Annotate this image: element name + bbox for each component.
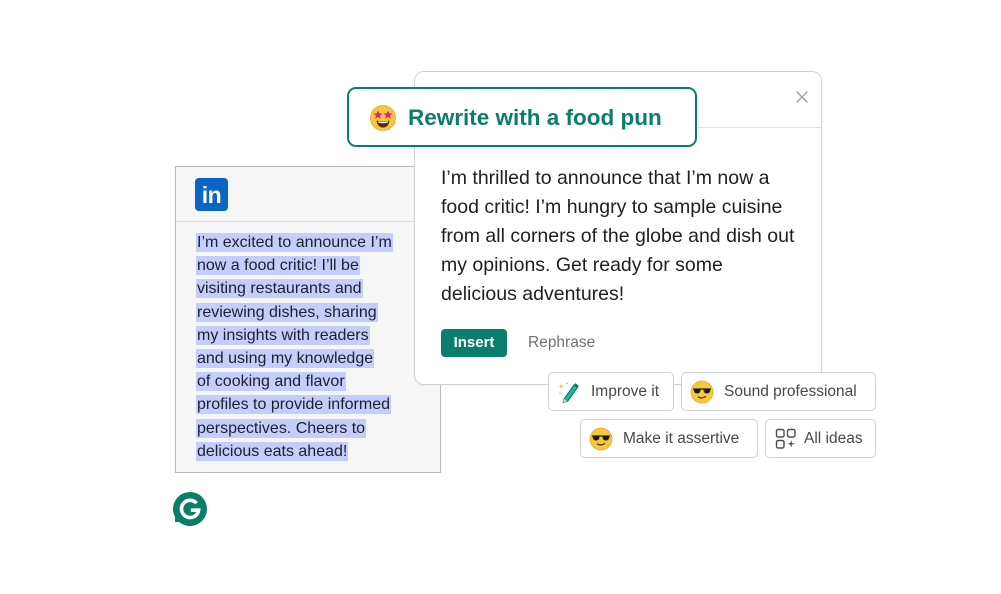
prompt-label: Rewrite with a food pun: [408, 105, 662, 130]
all-ideas-chip[interactable]: All ideas: [765, 419, 876, 458]
grid-sparkle-icon: [775, 428, 796, 449]
highlighted-text-line: my insights with readers: [196, 325, 370, 345]
highlighted-text-line: perspectives. Cheers to: [196, 418, 367, 438]
rewritten-text: I’m thrilled to announce that I’m now a …: [441, 167, 795, 305]
all-ideas-label: All ideas: [804, 430, 863, 447]
sunglasses-emoji-icon: [589, 427, 613, 451]
make-it-assertive-chip[interactable]: Make it assertive: [580, 419, 758, 458]
insert-button[interactable]: Insert: [441, 329, 507, 357]
highlighted-text-line: delicious eats ahead!: [196, 441, 349, 461]
linkedin-post-header: in: [176, 167, 440, 222]
star-struck-emoji-icon: [370, 105, 396, 131]
highlighted-text-line: I’m excited to announce I’m: [196, 233, 393, 252]
highlighted-text-line: reviewing dishes, sharing: [196, 302, 378, 322]
highlighted-text-line: now a food critic! I’ll be: [196, 256, 360, 276]
close-icon[interactable]: [795, 90, 809, 104]
sound-professional-label: Sound professional: [724, 383, 857, 400]
sound-professional-chip[interactable]: Sound professional: [681, 372, 876, 411]
highlighted-text-line: profiles to provide informed: [196, 395, 391, 415]
grammarly-logo-icon[interactable]: [172, 491, 208, 527]
improve-it-label: Improve it: [591, 383, 660, 400]
prompt-chip[interactable]: Rewrite with a food pun: [347, 87, 697, 147]
linkedin-post-card: in I’m excited to announce I’m now a foo…: [175, 166, 441, 473]
linkedin-post-text[interactable]: I’m excited to announce I’m now a food c…: [196, 233, 436, 465]
improve-it-chip[interactable]: Improve it: [548, 372, 674, 411]
highlighted-text-line: of cooking and flavor: [196, 372, 346, 392]
linkedin-logo-icon: in: [195, 178, 228, 211]
sunglasses-emoji-icon: [690, 380, 714, 404]
highlighted-text-line: visiting restaurants and: [196, 279, 363, 299]
magic-pen-icon: [558, 382, 579, 403]
rephrase-button[interactable]: Rephrase: [528, 329, 595, 357]
highlighted-text-line: and using my knowledge: [196, 348, 375, 368]
make-it-assertive-label: Make it assertive: [623, 430, 740, 447]
